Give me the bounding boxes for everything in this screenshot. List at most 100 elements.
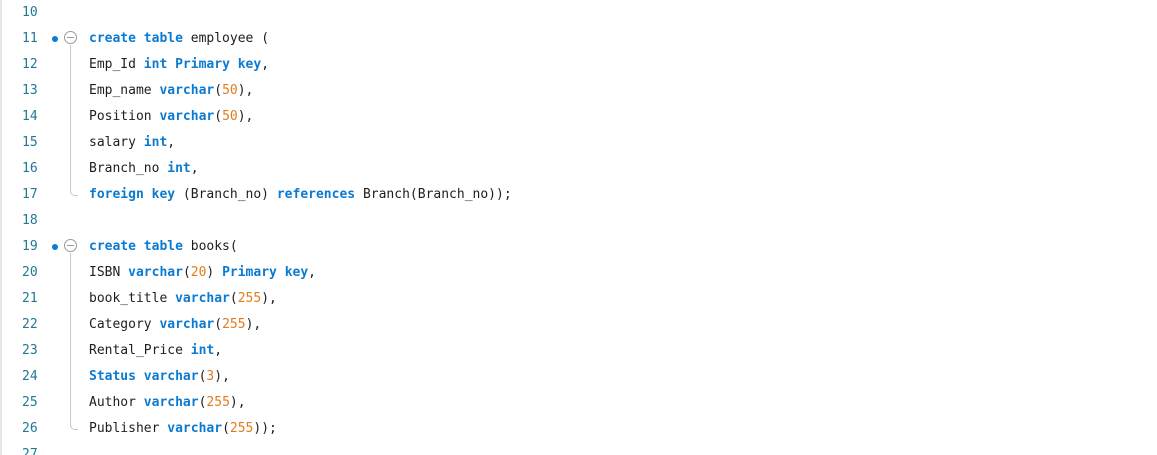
modified-line-dot-icon [52,36,58,42]
line-number: 27 [22,447,38,455]
code-token: Category [89,317,160,332]
code-token: 255 [237,291,262,306]
code-token: , [214,343,223,358]
code-text[interactable]: Publisher varchar(255)); [89,421,277,437]
code-token: foreign key [89,187,176,202]
code-token: 20 [190,265,207,280]
code-token: book_title [89,291,176,306]
code-line[interactable]: 16 Branch_no int, [0,156,1157,182]
code-token: varchar [159,317,215,332]
code-line[interactable]: 12 Emp_Id int Primary key, [0,52,1157,78]
code-text[interactable]: Category varchar(255), [89,317,261,333]
code-token: ), [229,395,246,410]
code-token: ), [237,83,254,98]
code-token: Branch(Branch_no)); [355,187,512,202]
code-text[interactable]: Author varchar(255), [89,395,246,411]
code-token: ( [214,109,223,124]
code-text[interactable]: book_title varchar(255), [89,291,277,307]
code-token: varchar [167,421,223,436]
code-line[interactable]: 25 Author varchar(255), [0,390,1157,416]
code-token: , [308,265,316,280]
code-text[interactable]: foreign key (Branch_no) references Branc… [89,187,512,203]
code-token: 255 [229,421,254,436]
code-token: ( [222,421,230,436]
code-text[interactable]: Emp_name varchar(50), [89,83,253,99]
code-token: (Branch_no) [175,187,277,202]
code-token: ) [206,265,223,280]
code-token: ), [237,109,254,124]
collapse-fold-icon[interactable] [64,31,77,44]
code-token: varchar [128,265,183,280]
code-line[interactable]: 14 Position varchar(50), [0,104,1157,130]
code-text[interactable]: Position varchar(50), [89,109,253,125]
line-number: 25 [22,395,38,410]
code-token: 255 [222,317,246,332]
code-token: Position [89,109,160,124]
code-token: varchar [175,291,230,306]
code-token: )); [253,421,277,436]
code-token: Primary key [222,265,309,280]
line-number: 18 [22,213,38,228]
code-line[interactable]: 23 Rental_Price int, [0,338,1157,364]
code-token: Branch_no [89,161,168,176]
code-token: references [276,187,356,202]
code-line[interactable]: 19 create table books( [0,234,1157,260]
code-token: employee ( [182,31,270,46]
line-number: 23 [22,343,38,358]
fold-guide-end [70,190,78,196]
code-token: ), [214,369,230,384]
line-number: 22 [22,317,38,332]
line-number: 19 [22,239,38,254]
code-token: int Primary key [143,57,262,72]
code-token: 50 [222,83,238,98]
code-token: ), [261,291,277,306]
code-token: ( [214,317,223,332]
fold-guide-line [70,253,71,424]
code-line[interactable]: 10 [0,0,1157,26]
code-text[interactable]: Status varchar(3), [89,369,230,385]
fold-guide-end [70,424,78,430]
line-number: 24 [22,369,38,384]
code-token: varchar [143,369,199,384]
modified-line-dot-icon [52,244,58,250]
fold-guide-line [70,45,71,190]
code-token: int [143,135,168,150]
code-text[interactable]: Branch_no int, [89,161,199,177]
code-token: , [167,135,176,150]
code-token: Status [89,369,144,384]
code-token: ( [182,265,191,280]
line-number: 10 [22,5,38,20]
line-number: 20 [22,265,38,280]
code-text[interactable]: Rental_Price int, [89,343,222,359]
code-text[interactable]: ISBN varchar(20) Primary key, [89,265,316,281]
code-line[interactable]: 18 [0,208,1157,234]
code-line[interactable]: 13 Emp_name varchar(50), [0,78,1157,104]
code-text[interactable]: create table employee ( [89,31,269,47]
collapse-fold-icon[interactable] [64,239,77,252]
code-line[interactable]: 17 foreign key (Branch_no) references Bra… [0,182,1157,208]
code-token: ( [229,291,238,306]
code-token: ), [245,317,262,332]
code-line[interactable]: 24 Status varchar(3), [0,364,1157,390]
code-token: Rental_Price [89,343,191,358]
code-text[interactable]: create table books( [89,239,238,255]
code-line[interactable]: 15 salary int, [0,130,1157,156]
code-text[interactable]: salary int, [89,135,175,151]
code-token: int [190,343,215,358]
code-line[interactable]: 11 create table employee ( [0,26,1157,52]
sql-code-editor[interactable]: 10 11 create table employee (12 Emp_Id int … [0,0,1157,455]
code-line[interactable]: 27 [0,442,1157,455]
code-token: varchar [143,395,199,410]
code-token: varchar [159,83,215,98]
code-line[interactable]: 26 Publisher varchar(255)); [0,416,1157,442]
code-token: ( [214,83,223,98]
line-number: 26 [22,421,38,436]
code-token: Emp_name [89,83,160,98]
code-text[interactable]: Emp_Id int Primary key, [89,57,269,73]
code-token: , [190,161,199,176]
code-token: 50 [222,109,238,124]
code-line[interactable]: 20 ISBN varchar(20) Primary key, [0,260,1157,286]
code-line[interactable]: 21 book_title varchar(255), [0,286,1157,312]
code-line[interactable]: 22 Category varchar(255), [0,312,1157,338]
line-number: 16 [22,161,38,176]
